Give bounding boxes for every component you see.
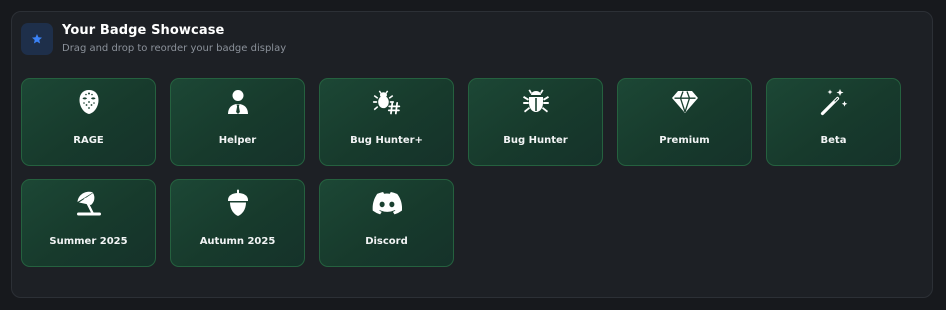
umbrella-beach-icon: [74, 188, 104, 218]
hockey-mask-icon: [74, 87, 104, 117]
showcase-subtitle: Drag and drop to reorder your badge disp…: [62, 43, 287, 54]
badge-rage[interactable]: RAGE: [21, 78, 156, 166]
badge-grid: RAGE Helper Bug Hunter+ Bug Hunter Premi…: [21, 78, 901, 267]
badge-label: Helper: [218, 135, 257, 146]
badge-bug-hunter[interactable]: Bug Hunter: [468, 78, 603, 166]
bug-hashtag-icon: [372, 87, 402, 117]
badge-label: Bug Hunter: [503, 135, 568, 146]
badge-label: Autumn 2025: [199, 236, 276, 247]
badge-label: Bug Hunter+: [350, 135, 423, 146]
gem-icon: [670, 87, 700, 117]
magic-wand-icon: [819, 87, 849, 117]
bug-icon: [521, 87, 551, 117]
user-tie-icon: [223, 87, 253, 117]
badge-label: Discord: [365, 236, 408, 247]
badge-label: Beta: [820, 135, 847, 146]
discord-icon: [372, 188, 402, 218]
badge-bug-hunter-plus[interactable]: Bug Hunter+: [319, 78, 454, 166]
badge-beta[interactable]: Beta: [766, 78, 901, 166]
star-icon: [21, 23, 53, 55]
badge-label: Summer 2025: [49, 236, 128, 247]
badge-autumn-2025[interactable]: Autumn 2025: [170, 179, 305, 267]
badge-label: RAGE: [73, 135, 104, 146]
showcase-header: Your Badge Showcase Drag and drop to reo…: [21, 23, 286, 56]
badge-label: Premium: [659, 135, 710, 146]
showcase-title: Your Badge Showcase: [62, 23, 225, 38]
badge-helper[interactable]: Helper: [170, 78, 305, 166]
badge-summer-2025[interactable]: Summer 2025: [21, 179, 156, 267]
badge-discord[interactable]: Discord: [319, 179, 454, 267]
acorn-icon: [223, 188, 253, 218]
badge-premium[interactable]: Premium: [617, 78, 752, 166]
